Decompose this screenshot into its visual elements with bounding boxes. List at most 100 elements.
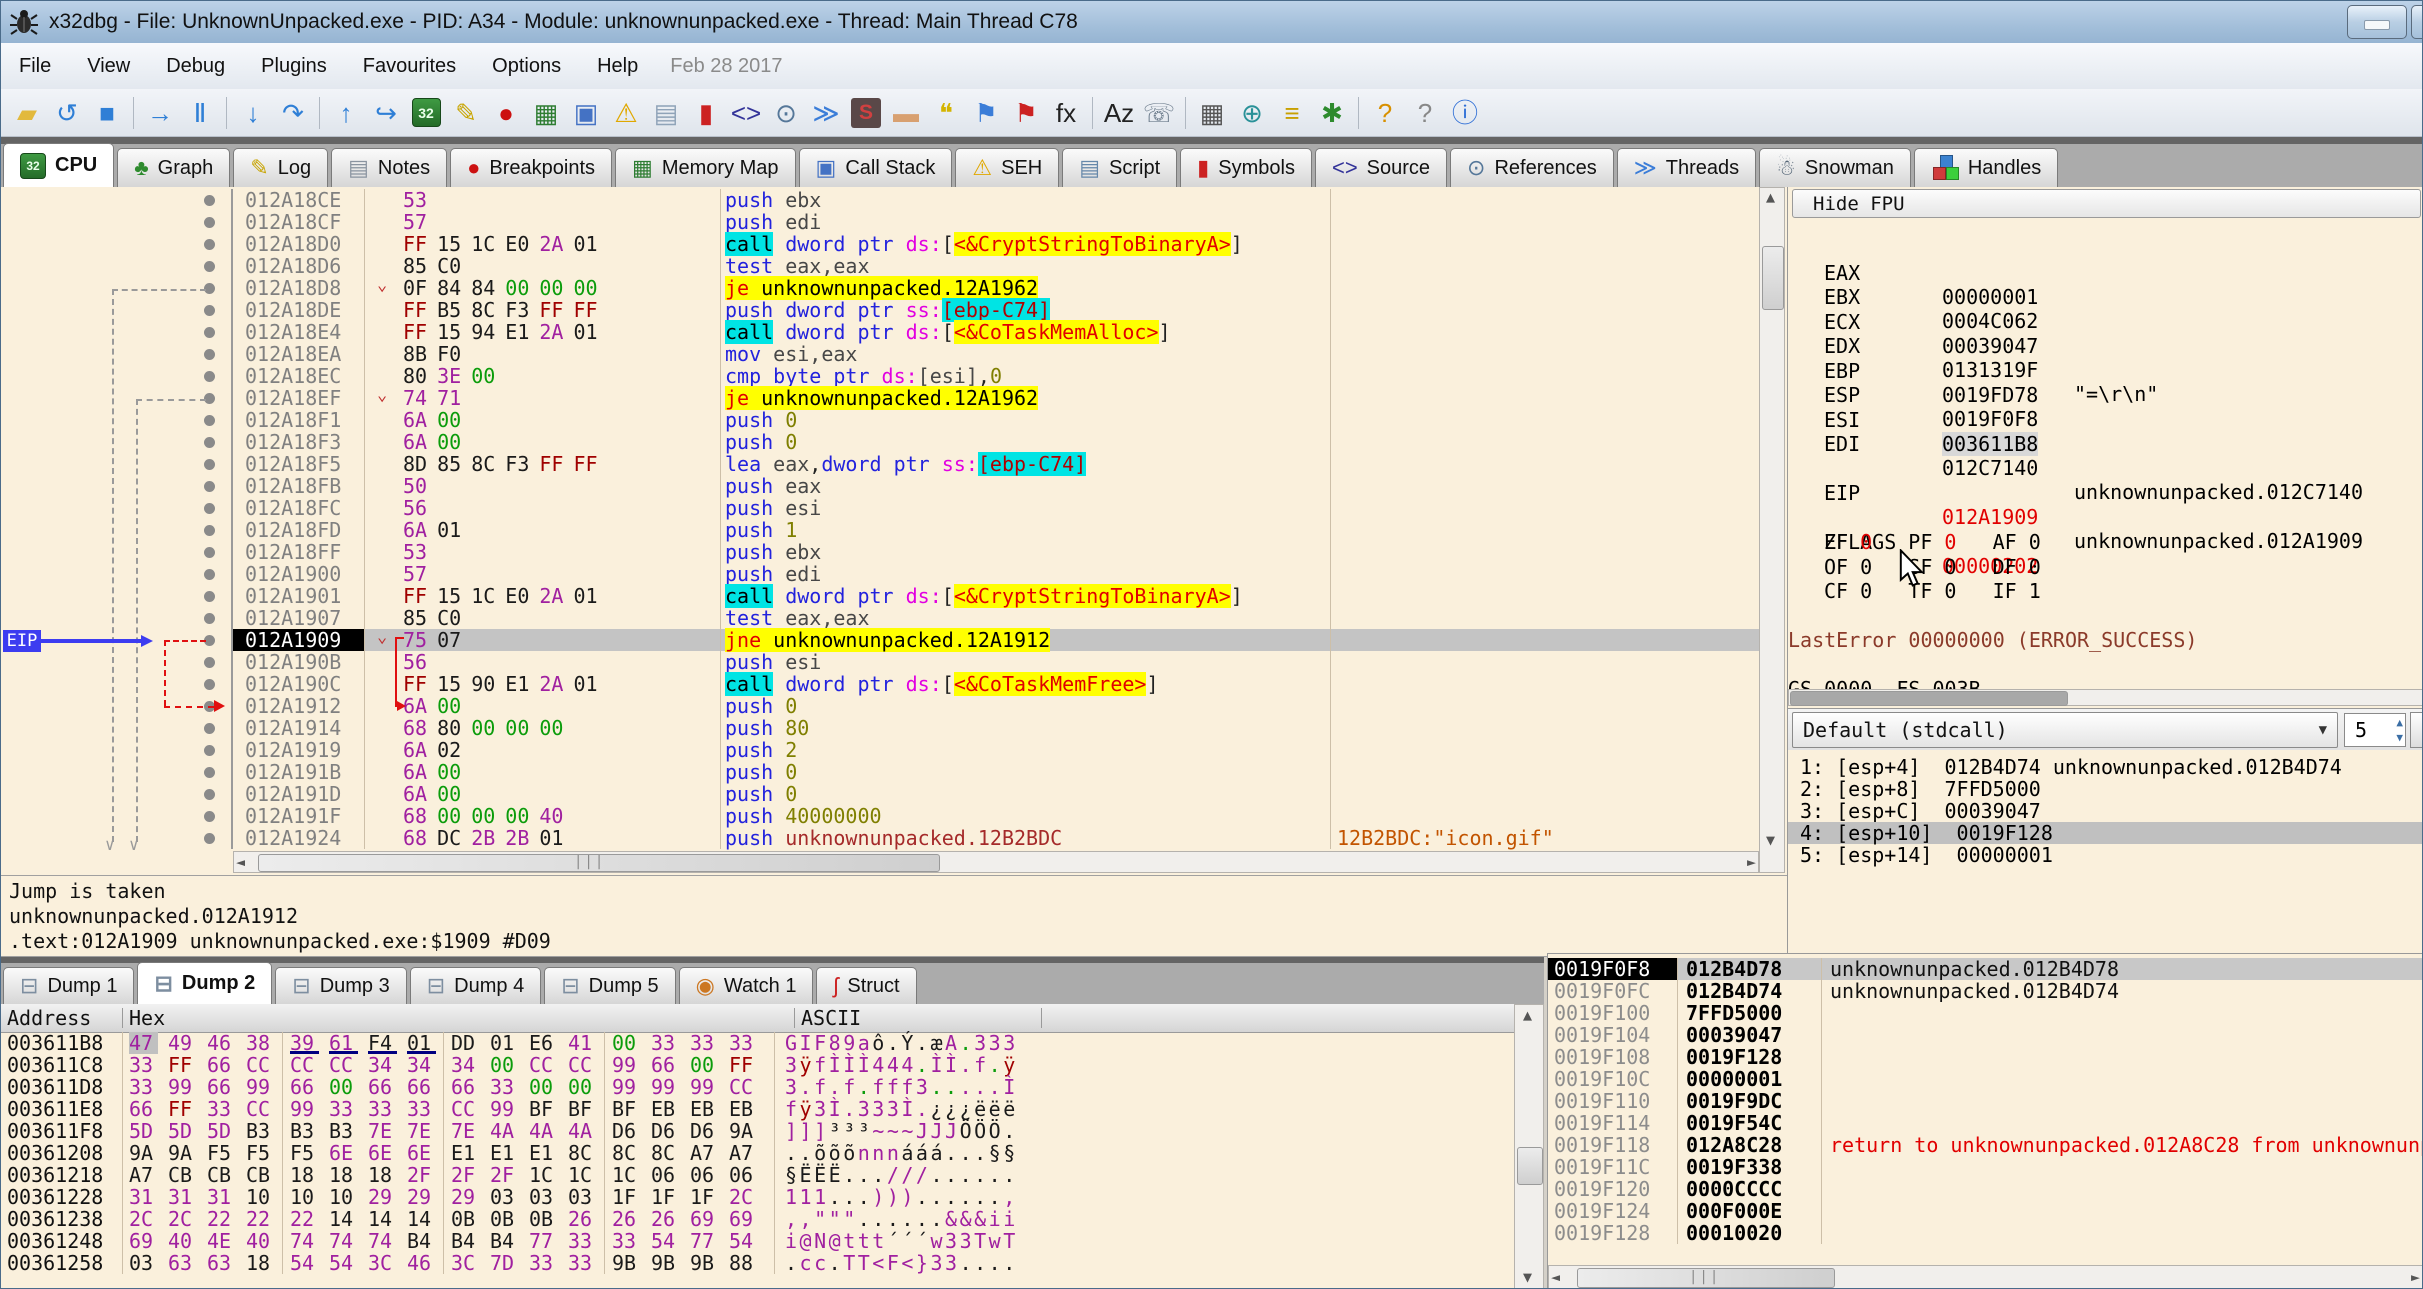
run-icon[interactable]: → xyxy=(140,94,180,132)
stop-icon[interactable]: ■ xyxy=(87,94,127,132)
coins-icon[interactable]: ≡ xyxy=(1272,94,1312,132)
dump-row[interactable]: 003611C8 33FF66CCCCCC34343400CCCC996600F… xyxy=(1,1054,1018,1076)
registers-h-scrollbar[interactable] xyxy=(1788,689,2423,706)
dump-bytes[interactable]: 0363631854543C463C7D33339B9B9B88 xyxy=(123,1252,768,1274)
tab-struct[interactable]: ʃStruct xyxy=(816,967,916,1004)
disasm-row[interactable]: 012A190C FF1590E12A01 call dword ptr ds:… xyxy=(1,673,1759,695)
disasm-gutter[interactable] xyxy=(1,475,233,497)
stack-row[interactable]: 0019F0F8 012B4D78 unknownunpacked.012B4D… xyxy=(1548,958,2423,980)
dump-bytes[interactable]: 69404E40747474B4B4B4773333547754 xyxy=(123,1230,768,1252)
disasm-gutter[interactable] xyxy=(1,541,233,563)
symbols-icon[interactable]: ▮ xyxy=(686,94,726,132)
breakpoint-dot-icon[interactable] xyxy=(204,613,215,624)
dump-bytes[interactable]: 33FF66CCCCCC34343400CCCC996600FF xyxy=(123,1054,768,1076)
disasm-gutter[interactable] xyxy=(1,321,233,343)
tab-threads[interactable]: ≫Threads xyxy=(1617,148,1756,187)
disasm-row[interactable]: 012A18F3 6A00 push 0 xyxy=(1,431,1759,453)
tab-dump-1[interactable]: ⊟Dump 1 xyxy=(3,967,134,1004)
disasm-row[interactable]: 012A18FC 56 push esi xyxy=(1,497,1759,519)
tab-seh[interactable]: ⚠SEH xyxy=(955,148,1059,187)
breakpoint-dot-icon[interactable] xyxy=(204,503,215,514)
disasm-row[interactable]: 012A191F 6800000040 push 40000000 xyxy=(1,805,1759,827)
dump-row[interactable]: 003611F8 5D5D5DB3B3B37E7E7E4A4A4AD6D6D69… xyxy=(1,1120,1018,1142)
stack-row[interactable]: 0019F104 00039047 xyxy=(1548,1024,2423,1046)
patch-icon[interactable]: ▬ xyxy=(886,94,926,132)
disasm-row[interactable]: 012A1909 ⌄7507 jne unknownunpacked.12A19… xyxy=(1,629,1759,651)
disasm-row[interactable]: 012A18D6 85C0 test eax,eax xyxy=(1,255,1759,277)
tab-log[interactable]: ✎Log xyxy=(233,148,328,187)
flag-af[interactable]: AF 0 xyxy=(1993,530,2077,554)
tab-references[interactable]: ⊙References xyxy=(1450,148,1614,187)
tab-script[interactable]: ▤Script xyxy=(1062,148,1177,187)
disasm-row[interactable]: 012A18E4 FF1594E12A01 call dword ptr ds:… xyxy=(1,321,1759,343)
breakpoint-dot-icon[interactable] xyxy=(204,305,215,316)
stack-row[interactable]: 0019F120 0000CCCC xyxy=(1548,1178,2423,1200)
disasm-gutter[interactable] xyxy=(1,761,233,783)
tab-dump-5[interactable]: ⊟Dump 5 xyxy=(544,967,675,1004)
about-info-icon[interactable]: ⓘ xyxy=(1445,94,1485,132)
stack-row[interactable]: 0019F114 0019F54C xyxy=(1548,1112,2423,1134)
snowman-icon[interactable]: S xyxy=(846,94,886,132)
disasm-gutter[interactable] xyxy=(1,651,233,673)
tab-handles[interactable]: Handles xyxy=(1914,148,2058,187)
argument-row[interactable]: 3: [esp+C] 00039047 xyxy=(1788,800,2423,822)
disasm-gutter[interactable] xyxy=(1,739,233,761)
menu-plugins[interactable]: Plugins xyxy=(243,49,345,83)
disasm-row[interactable]: 012A191D 6A00 push 0 xyxy=(1,783,1759,805)
register-row-ebx[interactable]: EBX 0004C062 xyxy=(1788,261,2423,285)
breakpoint-dot-icon[interactable] xyxy=(204,789,215,800)
disasm-row[interactable]: 012A191B 6A00 push 0 xyxy=(1,761,1759,783)
references-icon[interactable]: ≫ xyxy=(806,94,846,132)
dump-row[interactable]: 00361208 9A9AF5F5F56E6E6EE1E1E18C8C8CA7A… xyxy=(1,1142,1018,1164)
breakpoint-dot-icon[interactable] xyxy=(204,349,215,360)
disassembly-h-scrollbar[interactable]: ◄ ||| ► xyxy=(233,851,1759,873)
register-row-edx[interactable]: EDX 0131319F "=\r\n" xyxy=(1788,310,2423,334)
flag-df[interactable]: DF 0 xyxy=(1993,555,2077,579)
call-stack-icon[interactable]: ▣ xyxy=(566,94,606,132)
disasm-gutter[interactable] xyxy=(1,453,233,475)
breakpoint-dot-icon[interactable] xyxy=(204,415,215,426)
seh-chain-icon[interactable]: ⚠ xyxy=(606,94,646,132)
dump-bytes[interactable]: 2C2C2222221414140B0B0B2626266969 xyxy=(123,1208,768,1230)
disasm-gutter[interactable] xyxy=(1,233,233,255)
disasm-gutter[interactable] xyxy=(1,563,233,585)
disasm-gutter[interactable] xyxy=(1,365,233,387)
disasm-gutter[interactable] xyxy=(1,805,233,827)
disasm-gutter[interactable] xyxy=(1,431,233,453)
dump-row[interactable]: 00361248 69404E40747474B4B4B477333354775… xyxy=(1,1230,1018,1252)
disasm-gutter[interactable] xyxy=(1,299,233,321)
flag-cf[interactable]: CF 0 xyxy=(1824,579,1908,603)
world-icon[interactable]: ⊕ xyxy=(1232,94,1272,132)
flag-if[interactable]: IF 1 xyxy=(1993,579,2077,603)
disasm-row[interactable]: 012A18FD 6A01 push 1 xyxy=(1,519,1759,541)
mnemonic-help-icon[interactable]: ☏ xyxy=(1139,94,1179,132)
minimize-button[interactable] xyxy=(2347,5,2407,39)
breakpoint-dot-icon[interactable] xyxy=(204,657,215,668)
dump-bytes[interactable]: 339966996600666666330000999999CC xyxy=(123,1076,768,1098)
calculator-icon[interactable]: ▦ xyxy=(1192,94,1232,132)
disasm-gutter[interactable] xyxy=(1,519,233,541)
disasm-row[interactable]: 012A18EA 8BF0 mov esi,eax xyxy=(1,343,1759,365)
menu-favourites[interactable]: Favourites xyxy=(345,49,474,83)
disasm-gutter[interactable] xyxy=(1,343,233,365)
breakpoint-dot-icon[interactable] xyxy=(204,437,215,448)
register-row-ecx[interactable]: ECX 00039047 xyxy=(1788,286,2423,310)
stack-row[interactable]: 0019F118 012A8C28 return to unknownunpac… xyxy=(1548,1134,2423,1156)
breakpoint-dot-icon[interactable] xyxy=(204,767,215,778)
dump-row[interactable]: 003611E8 66FF33CC99333333CC99BFBFBFEBEBE… xyxy=(1,1098,1018,1120)
breakpoint-dot-icon[interactable] xyxy=(204,811,215,822)
disasm-gutter[interactable] xyxy=(1,585,233,607)
attach-bug-icon[interactable]: ✱ xyxy=(1312,94,1352,132)
menu-file[interactable]: File xyxy=(1,49,69,83)
tab-notes[interactable]: ▤Notes xyxy=(331,148,447,187)
tab-dump-3[interactable]: ⊟Dump 3 xyxy=(275,967,406,1004)
breakpoint-dot-icon[interactable] xyxy=(204,833,215,844)
dump-row[interactable]: 00361218 A7CBCBCB1818182F2F2F1C1C1C06060… xyxy=(1,1164,1018,1186)
dump-row[interactable]: 00361258 0363631854543C463C7D33339B9B9B8… xyxy=(1,1252,1018,1274)
argument-row[interactable]: 5: [esp+14] 00000001 xyxy=(1788,844,2423,866)
notes-icon[interactable]: ✎ xyxy=(446,94,486,132)
disasm-row[interactable]: 012A18DE FFB58CF3FFFF push dword ptr ss:… xyxy=(1,299,1759,321)
breakpoint-dot-icon[interactable] xyxy=(204,327,215,338)
disasm-gutter[interactable] xyxy=(1,497,233,519)
breakpoint-dot-icon[interactable] xyxy=(204,679,215,690)
